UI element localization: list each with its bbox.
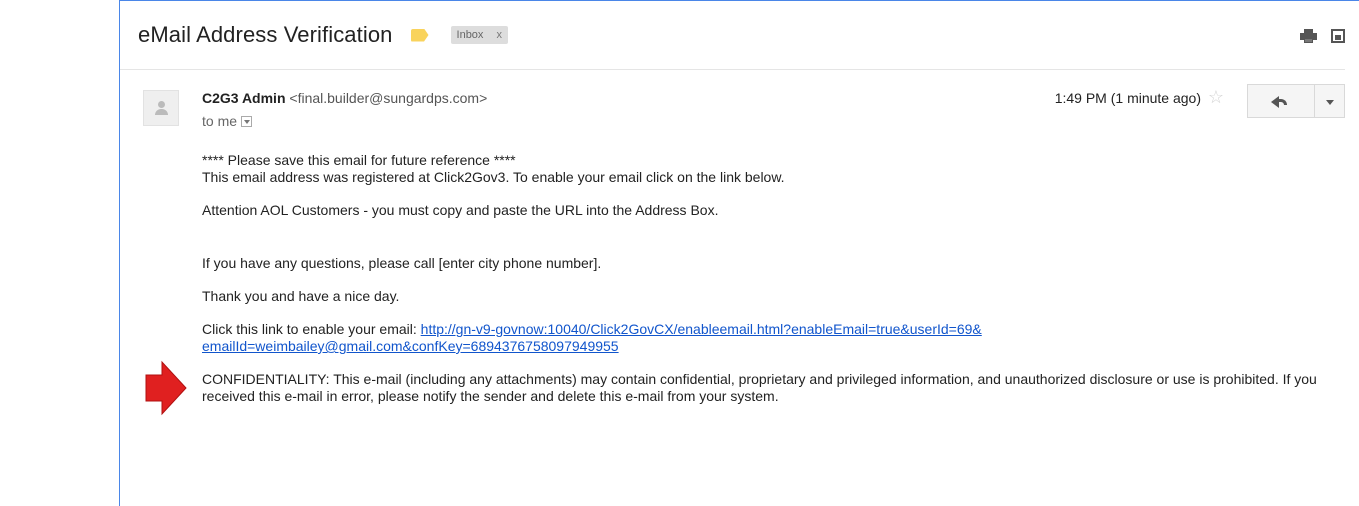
red-arrow-icon	[145, 360, 187, 416]
red-arrow-shape	[145, 360, 187, 416]
